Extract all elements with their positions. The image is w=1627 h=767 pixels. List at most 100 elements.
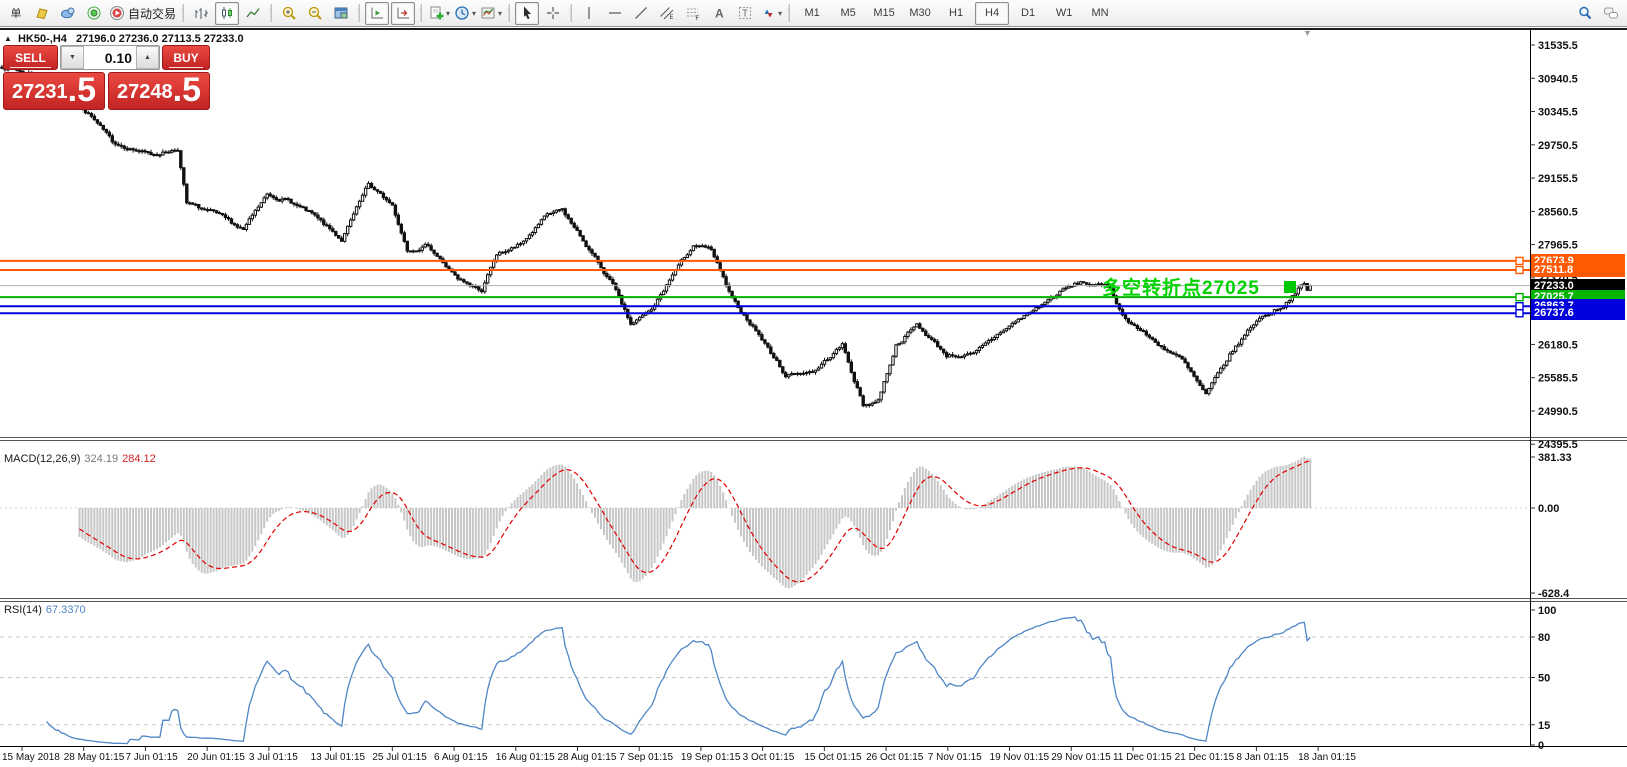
zoom-in-icon[interactable] — [277, 2, 301, 25]
macd-name: MACD(12,26,9) — [4, 453, 80, 465]
volume-input[interactable] — [84, 46, 136, 69]
svg-text:25585.5: 25585.5 — [1538, 373, 1578, 385]
sell-price-main: 27231 — [12, 79, 68, 105]
svg-text:20 Jun 01:15: 20 Jun 01:15 — [187, 752, 245, 763]
buy-price-frac: .5 — [173, 75, 201, 105]
arrow-objects-icon[interactable]: ▾ — [759, 2, 783, 25]
svg-text:0.00: 0.00 — [1538, 503, 1559, 515]
line-chart-icon[interactable] — [241, 2, 265, 25]
svg-text:26 Oct 01:15: 26 Oct 01:15 — [866, 752, 924, 763]
volume-decrease-button[interactable]: ▼ — [61, 46, 84, 69]
tf-m30-button[interactable]: M30 — [903, 2, 937, 25]
tf-d1-button[interactable]: D1 — [1011, 2, 1045, 25]
news-icon[interactable] — [56, 2, 80, 25]
buy-price-main: 27248 — [117, 79, 173, 105]
templates-icon[interactable]: ▾ — [479, 2, 503, 25]
pivot-annotation-text[interactable]: 多空转折点27025 — [1102, 273, 1260, 300]
collapse-triangle-icon[interactable]: ▲ — [4, 34, 12, 43]
svg-text:25 Jul 01:15: 25 Jul 01:15 — [372, 752, 427, 763]
chart-shift-icon[interactable] — [391, 2, 415, 25]
volume-stepper: ▼ ▲ — [60, 45, 160, 70]
one-click-trading-panel: SELL ▼ ▲ BUY 27231 .5 27248 .5 — [3, 45, 210, 110]
svg-text:30345.5: 30345.5 — [1538, 107, 1578, 119]
dropdown-caret-icon[interactable]: ▾ — [446, 9, 450, 18]
cursor-icon[interactable] — [515, 2, 539, 25]
chat-icon[interactable] — [1599, 2, 1623, 25]
horizontal-line-icon[interactable] — [603, 2, 627, 25]
macd-indicator-label: MACD(12,26,9) 324.19 284.12 — [4, 453, 156, 465]
new-order-partial-button[interactable]: 单 — [4, 2, 28, 25]
sell-price-button[interactable]: 27231 .5 — [3, 72, 105, 110]
toolbar-separator — [570, 4, 572, 22]
tf-w1-button[interactable]: W1 — [1047, 2, 1081, 25]
journal-icon[interactable] — [30, 2, 54, 25]
toolbar-separator — [508, 4, 510, 22]
bar-chart-icon[interactable] — [189, 2, 213, 25]
text-icon[interactable]: A — [707, 2, 731, 25]
crosshair-icon[interactable] — [541, 2, 565, 25]
candle-chart-icon[interactable] — [215, 2, 239, 25]
indicators-icon[interactable]: ▾ — [427, 2, 451, 25]
volume-increase-button[interactable]: ▲ — [136, 46, 159, 69]
chart-symbol: HK50-,H4 — [18, 33, 67, 45]
tile-windows-icon[interactable] — [329, 2, 353, 25]
svg-text:15: 15 — [1538, 720, 1550, 732]
tf-m15-button[interactable]: M15 — [867, 2, 901, 25]
buy-price-button[interactable]: 27248 .5 — [108, 72, 210, 110]
svg-text:16 Aug 01:15: 16 Aug 01:15 — [496, 752, 555, 763]
svg-text:13 Jul 01:15: 13 Jul 01:15 — [311, 752, 366, 763]
svg-text:28 May 01:15: 28 May 01:15 — [64, 752, 125, 763]
level-line-handle[interactable] — [1516, 294, 1523, 301]
text-label-icon[interactable]: T — [733, 2, 757, 25]
svg-text:7 Jun 01:15: 7 Jun 01:15 — [125, 752, 178, 763]
tf-m1-button[interactable]: M1 — [795, 2, 829, 25]
svg-text:19 Nov 01:15: 19 Nov 01:15 — [990, 752, 1050, 763]
svg-text:80: 80 — [1538, 632, 1550, 644]
svg-text:24990.5: 24990.5 — [1538, 406, 1578, 418]
equidistant-channel-icon[interactable]: E — [655, 2, 679, 25]
autotrading-icon[interactable]: 自动交易 — [108, 2, 177, 25]
vertical-line-icon[interactable] — [577, 2, 601, 25]
chart-canvas[interactable]: 31535.530940.530345.529750.529155.528560… — [0, 0, 1627, 767]
periods-icon[interactable]: ▾ — [453, 2, 477, 25]
svg-text:15 May 2018: 15 May 2018 — [2, 752, 60, 763]
dropdown-caret-icon[interactable]: ▾ — [472, 9, 476, 18]
rsi-indicator-label: RSI(14)67.3370 — [4, 604, 86, 616]
trend-line-icon[interactable] — [629, 2, 653, 25]
dropdown-caret-icon[interactable]: ▾ — [778, 9, 782, 18]
dropdown-caret-icon[interactable]: ▾ — [498, 9, 502, 18]
level-line-handle[interactable] — [1516, 257, 1523, 264]
svg-text:-628.4: -628.4 — [1538, 588, 1570, 600]
svg-text:381.33: 381.33 — [1538, 452, 1572, 464]
level-line-handle[interactable] — [1516, 266, 1523, 273]
level-line-handle[interactable] — [1516, 310, 1523, 317]
svg-text:27965.5: 27965.5 — [1538, 240, 1578, 252]
svg-text:6 Aug 01:15: 6 Aug 01:15 — [434, 752, 488, 763]
tf-mn-button[interactable]: MN — [1083, 2, 1117, 25]
fibonacci-icon[interactable]: F — [681, 2, 705, 25]
level-line-handle[interactable] — [1516, 303, 1523, 310]
svg-text:26180.5: 26180.5 — [1538, 339, 1578, 351]
search-icon[interactable] — [1573, 2, 1597, 25]
svg-text:T: T — [742, 9, 748, 20]
autotrading-label: 自动交易 — [128, 5, 176, 22]
auto-scroll-icon[interactable] — [365, 2, 389, 25]
svg-text:28560.5: 28560.5 — [1538, 206, 1578, 218]
rsi-value: 67.3370 — [46, 604, 86, 616]
toolbar-separator — [420, 4, 422, 22]
svg-text:7 Sep 01:15: 7 Sep 01:15 — [619, 752, 673, 763]
zoom-out-icon[interactable] — [303, 2, 327, 25]
signals-icon[interactable] — [82, 2, 106, 25]
pivot-marker-square[interactable] — [1284, 281, 1296, 293]
tf-m5-button[interactable]: M5 — [831, 2, 865, 25]
tf-h4-button[interactable]: H4 — [975, 2, 1009, 25]
svg-text:30940.5: 30940.5 — [1538, 73, 1578, 85]
macd-value: 324.19 — [84, 453, 118, 465]
buy-button[interactable]: BUY — [162, 45, 210, 70]
tf-h1-button[interactable]: H1 — [939, 2, 973, 25]
svg-text:29 Nov 01:15: 29 Nov 01:15 — [1051, 752, 1111, 763]
svg-text:100: 100 — [1538, 605, 1556, 617]
sell-price-frac: .5 — [68, 75, 96, 105]
sell-button[interactable]: SELL — [3, 45, 58, 70]
macd-signal-value: 284.12 — [122, 453, 156, 465]
